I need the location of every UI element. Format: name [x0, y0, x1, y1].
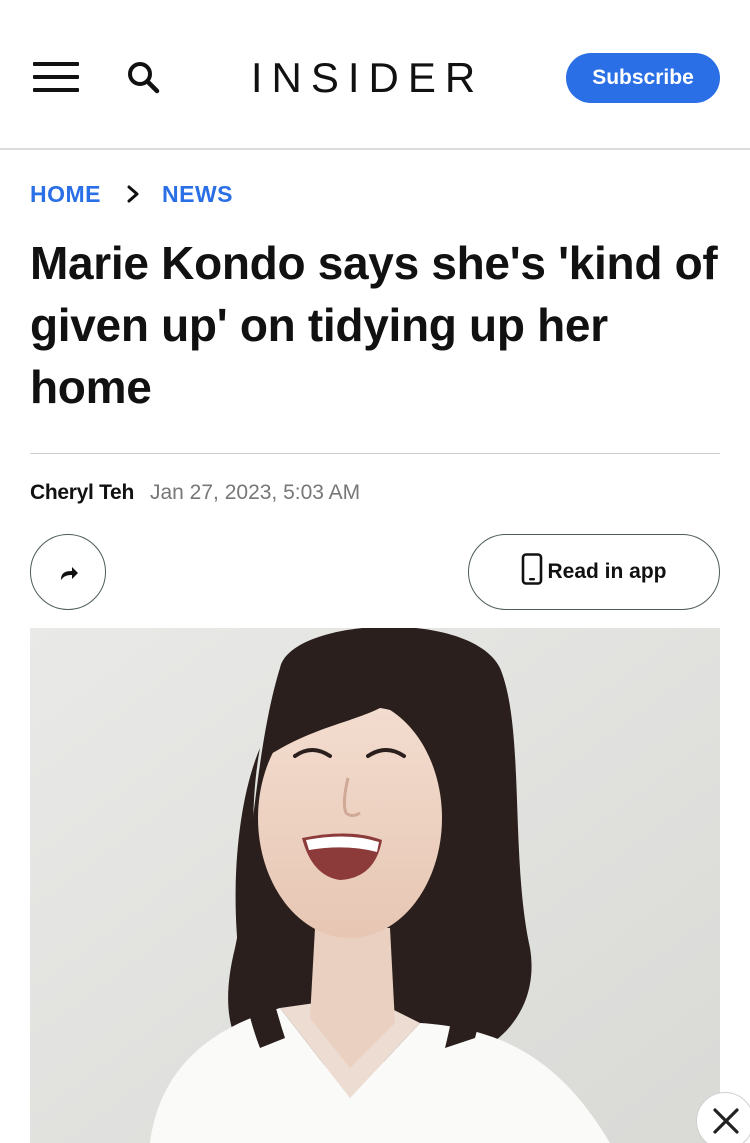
- divider: [30, 453, 720, 454]
- read-in-app-button[interactable]: Read in app: [468, 534, 720, 610]
- article-hero-image: [30, 628, 720, 1143]
- cropped-text-fragment: [160, 0, 600, 4]
- article-title: Marie Kondo says she's 'kind of given up…: [30, 237, 718, 413]
- breadcrumb-home-link[interactable]: HOME: [30, 181, 101, 208]
- previous-content-strip: [0, 0, 750, 8]
- breadcrumb: HOME NEWS: [30, 178, 233, 210]
- read-in-app-label: Read in app: [547, 560, 667, 583]
- close-icon: [713, 1108, 739, 1134]
- close-ad-button[interactable]: [696, 1092, 750, 1143]
- share-arrow-icon: [61, 567, 78, 580]
- subscribe-button[interactable]: Subscribe: [566, 53, 720, 103]
- byline: Cheryl Teh Jan 27, 2023, 5:03 AM: [30, 481, 360, 511]
- publish-date: Jan 27, 2023, 5:03 AM: [149, 481, 361, 504]
- search-icon[interactable]: [124, 58, 164, 98]
- site-header: INSIDER Subscribe: [0, 8, 750, 150]
- smartphone-icon: [522, 553, 543, 585]
- site-logo[interactable]: INSIDER: [235, 52, 500, 104]
- breadcrumb-news-link[interactable]: NEWS: [162, 181, 233, 208]
- author-name[interactable]: Cheryl Teh: [30, 481, 134, 505]
- share-button[interactable]: [30, 534, 106, 610]
- hamburger-menu-icon[interactable]: [33, 62, 79, 94]
- chevron-right-icon: [127, 185, 139, 203]
